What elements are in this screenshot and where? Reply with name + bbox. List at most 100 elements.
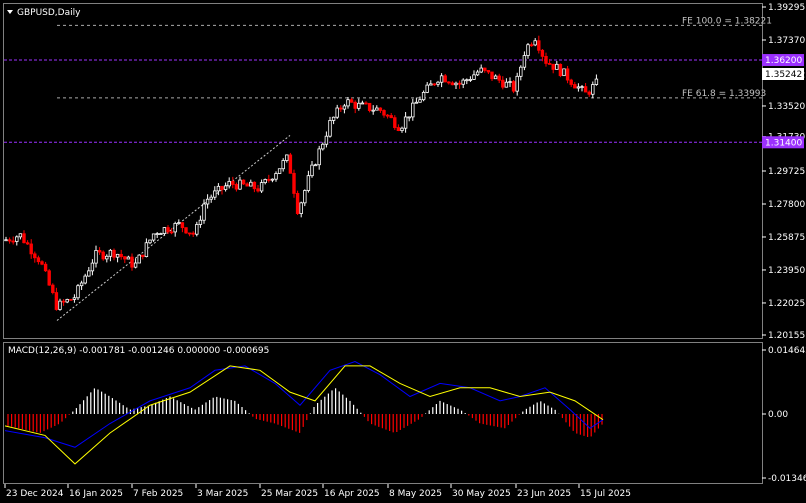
candle-body (573, 84, 577, 89)
candle-body (303, 190, 307, 204)
candle-body (432, 83, 437, 86)
candle-body (155, 233, 159, 235)
candle-body (339, 107, 343, 110)
candle-body (403, 116, 408, 129)
candle-body (259, 182, 264, 192)
candle-body (411, 102, 415, 118)
time-tick-label: 8 May 2025 (389, 489, 442, 499)
candle-body (360, 102, 365, 105)
fibo-label: FE 61.8 = 1.33993 (682, 89, 766, 99)
candlestick-series (4, 35, 599, 311)
candle-body (594, 78, 599, 85)
candle-body (382, 110, 386, 116)
candle-body (213, 190, 217, 198)
candle-body (436, 81, 440, 85)
trading-chart-window[interactable]: 1.392951.373701.353521.335201.317301.297… (0, 0, 806, 499)
candle-body (486, 70, 491, 73)
candle-body (569, 79, 573, 85)
time-tick-label: 23 Jun 2025 (517, 489, 571, 499)
candle-body (313, 164, 318, 167)
candle-body (270, 178, 275, 181)
level-label: 1.31400 (765, 138, 802, 148)
candle-body (97, 250, 102, 253)
candle-body (331, 116, 336, 121)
candle-body (252, 181, 257, 190)
candle-body (425, 84, 429, 93)
candle-body (396, 127, 401, 132)
horizontal-levels[interactable]: 1.36200 1.31400 (4, 54, 804, 149)
candle-body (137, 254, 141, 264)
dropdown-triangle-icon[interactable] (7, 10, 13, 14)
candle-body (159, 233, 163, 235)
candle-body (115, 253, 120, 258)
candle-body (256, 188, 260, 192)
candle-body (306, 175, 311, 191)
time-tick-label: 25 Mar 2025 (261, 489, 318, 499)
candle-body (576, 86, 581, 89)
candle-body (277, 168, 282, 174)
candle-body (173, 223, 177, 233)
candle-body (483, 67, 487, 71)
candle-body (443, 75, 447, 83)
time-tick-label: 16 Jan 2025 (69, 489, 123, 499)
candle-body (58, 300, 62, 310)
candle-body (184, 227, 188, 234)
candle-body (515, 75, 519, 92)
candle-body (562, 68, 566, 77)
candle-body (321, 143, 325, 150)
candle-body (4, 239, 8, 242)
candle-body (540, 49, 545, 57)
candle-body (94, 250, 98, 264)
candle-body (281, 160, 285, 170)
candle-body (537, 40, 541, 51)
candle-body (393, 117, 397, 128)
candle-body (547, 62, 552, 65)
candle-body (61, 300, 66, 303)
candle-body (241, 179, 246, 185)
candle-body (414, 101, 419, 104)
candle-body (565, 68, 570, 81)
signal-line (4, 365, 604, 465)
candle-body (15, 236, 19, 242)
time-tick-label: 30 May 2025 (452, 489, 511, 499)
candle-body (504, 81, 509, 88)
candle-body (285, 154, 289, 161)
candle-body (493, 75, 498, 80)
candle-body (40, 261, 44, 265)
candle-body (475, 71, 480, 76)
candle-body (238, 179, 242, 190)
candle-body (123, 256, 127, 260)
candle-body (454, 82, 458, 86)
candle-body (105, 255, 109, 260)
chart-canvas[interactable]: 1.392951.373701.353521.335201.317301.297… (0, 0, 806, 499)
candle-body (522, 55, 527, 68)
candle-body (51, 284, 55, 293)
price-tick-label: 1.27800 (768, 200, 805, 210)
candle-body (317, 148, 321, 166)
candle-body (144, 242, 149, 258)
candle-body (177, 222, 181, 225)
fibonacci-expansion[interactable]: FE 100.0 = 1.38221 FE 61.8 = 1.33993 (56, 16, 772, 321)
candle-body (33, 253, 37, 259)
candle-body (43, 263, 48, 272)
candle-body (587, 91, 591, 95)
candle-body (295, 193, 300, 214)
price-tick-label: 1.25875 (768, 233, 805, 243)
candle-body (22, 233, 26, 244)
candle-body (558, 63, 563, 77)
candle-body (166, 227, 170, 233)
candle-body (447, 81, 451, 84)
price-axis: 1.392951.373701.353521.335201.317301.297… (762, 3, 805, 341)
candle-body (87, 270, 91, 277)
candle-body (249, 181, 253, 187)
candle-body (497, 75, 501, 81)
candle-body (479, 67, 483, 73)
candle-body (580, 86, 584, 89)
candle-body (364, 102, 368, 105)
candle-body (310, 164, 314, 177)
candle-body (407, 116, 411, 119)
candle-body (418, 99, 422, 103)
macd-label: MACD(12,26,9) -0.001781 -0.001246 0.0000… (8, 346, 269, 356)
candle-body (472, 74, 476, 80)
price-tick-label: 1.22025 (768, 299, 805, 309)
